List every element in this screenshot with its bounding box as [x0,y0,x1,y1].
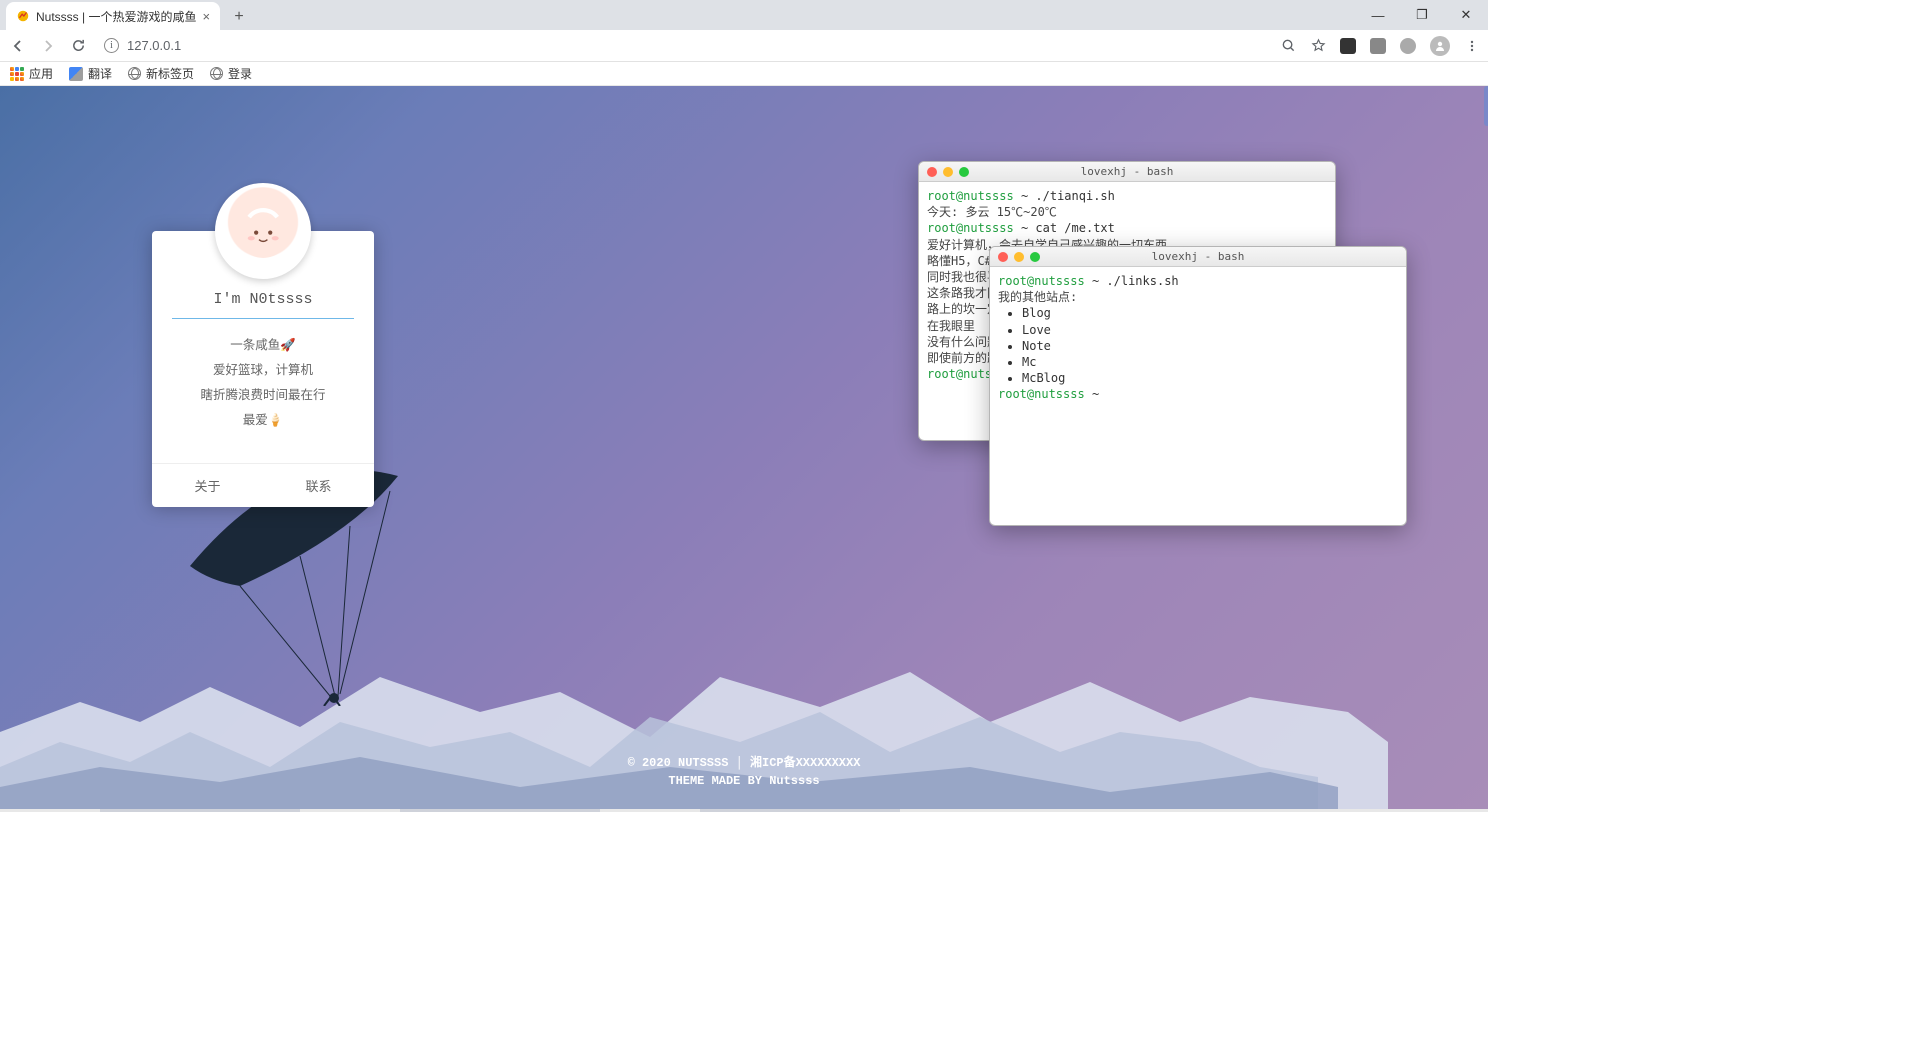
page-footer: © 2020 NUTSSSS │ 湘ICP备XXXXXXXXX THEME MA… [0,754,1488,790]
link-item[interactable]: Love [1022,322,1398,338]
extension-icon-1[interactable] [1340,38,1356,54]
prompt-cmd: ./links.sh [1106,274,1178,288]
window-controls: — ❐ ✕ [1356,0,1488,30]
profile-bio: 一条咸鱼🚀 爱好篮球，计算机 瞎折腾浪费时间最在行 最爱🍦 [152,327,374,463]
scrollbar-thumb[interactable] [1484,86,1488,126]
window-close-button[interactable]: ✕ [1444,0,1488,30]
prompt-tilde: ~ [1092,387,1099,401]
terminal-title: lovexhj - bash [990,250,1406,263]
terminal-output: 今天: 多云 15℃~20℃ [927,204,1327,220]
links-list: Blog Love Note Mc McBlog [1022,305,1398,386]
tab-contact[interactable]: 联系 [263,464,374,507]
nav-back-button[interactable] [8,36,28,56]
os-taskbar [0,809,1488,812]
link-item[interactable]: Mc [1022,354,1398,370]
close-light-icon[interactable] [927,167,937,177]
traffic-lights [998,252,1040,262]
window-minimize-button[interactable]: — [1356,0,1400,30]
toolbar-right [1280,36,1480,56]
terminal-output: 我的其他站点: [998,289,1398,305]
zoom-icon[interactable] [1280,38,1296,54]
url-field[interactable]: i 127.0.0.1 [104,38,181,53]
prompt-user: root@nutssss [998,387,1085,401]
terminal-titlebar[interactable]: lovexhj - bash [990,247,1406,267]
bookmarks-bar: 应用 翻译 新标签页 登录 [0,62,1488,86]
bookmark-apps[interactable]: 应用 [10,65,53,82]
bookmark-translate[interactable]: 翻译 [69,65,112,82]
bookmark-label: 翻译 [88,65,112,82]
tab-strip: Nutssss | 一个热爱游戏的咸鱼 × + — ❐ ✕ [0,0,1488,30]
tab-favicon [16,9,30,23]
terminal-window-2[interactable]: lovexhj - bash root@nutssss ~ ./links.sh… [989,246,1407,526]
prompt-user: root@nutssss [927,221,1014,235]
nav-reload-button[interactable] [68,36,88,56]
profile-avatar-button[interactable] [1430,36,1450,56]
prompt-user: root@nutssss [998,274,1085,288]
terminal-titlebar[interactable]: lovexhj - bash [919,162,1335,182]
minimize-light-icon[interactable] [1014,252,1024,262]
footer-theme: THEME MADE BY Nutssss [0,772,1488,790]
bookmark-star-icon[interactable] [1310,38,1326,54]
profile-card: I'm N0tssss 一条咸鱼🚀 爱好篮球，计算机 瞎折腾浪费时间最在行 最爱… [152,231,374,507]
bio-line: 爱好篮球，计算机 [166,358,360,383]
prompt-tilde: ~ [1021,221,1028,235]
bookmark-newtab[interactable]: 新标签页 [128,65,194,82]
page-content: I'm N0tssss 一条咸鱼🚀 爱好篮球，计算机 瞎折腾浪费时间最在行 最爱… [0,86,1488,812]
avatar [215,183,311,279]
globe-icon [128,67,141,80]
bookmark-label: 应用 [29,65,53,82]
traffic-lights [927,167,969,177]
prompt-cmd: ./tianqi.sh [1035,189,1114,203]
bookmark-label: 登录 [228,65,252,82]
close-light-icon[interactable] [998,252,1008,262]
link-item[interactable]: Blog [1022,305,1398,321]
bookmark-label: 新标签页 [146,65,194,82]
page-scrollbar[interactable] [1484,86,1488,809]
footer-copyright: © 2020 NUTSSSS │ [628,756,750,770]
browser-tab[interactable]: Nutssss | 一个热爱游戏的咸鱼 × [6,2,220,30]
tab-close-button[interactable]: × [202,9,210,24]
minimize-light-icon[interactable] [943,167,953,177]
site-info-icon[interactable]: i [104,38,119,53]
tab-title: Nutssss | 一个热爱游戏的咸鱼 [36,8,196,25]
prompt-user: root@nutssss [927,189,1014,203]
bio-line: 最爱🍦 [166,408,360,433]
bookmark-login[interactable]: 登录 [210,65,252,82]
terminal-title: lovexhj - bash [919,165,1335,178]
extension-icon-3[interactable] [1400,38,1416,54]
address-bar: i 127.0.0.1 [0,30,1488,62]
browser-chrome: Nutssss | 一个热爱游戏的咸鱼 × + — ❐ ✕ i 127.0.0.… [0,0,1488,86]
terminal-body: root@nutssss ~ ./links.sh 我的其他站点: Blog L… [990,267,1406,413]
globe-icon [210,67,223,80]
card-tabs: 关于 联系 [152,463,374,507]
nav-forward-button[interactable] [38,36,58,56]
extension-icon-2[interactable] [1370,38,1386,54]
footer-icp-link[interactable]: 湘ICP备XXXXXXXXX [750,756,860,770]
url-text: 127.0.0.1 [127,38,181,53]
zoom-light-icon[interactable] [959,167,969,177]
bio-line: 瞎折腾浪费时间最在行 [166,383,360,408]
avatar-image [219,187,307,275]
link-item[interactable]: Note [1022,338,1398,354]
apps-grid-icon [10,67,24,81]
translate-icon [69,67,83,81]
window-maximize-button[interactable]: ❐ [1400,0,1444,30]
zoom-light-icon[interactable] [1030,252,1040,262]
menu-kebab-icon[interactable] [1464,38,1480,54]
prompt-tilde: ~ [1092,274,1099,288]
bio-line: 一条咸鱼🚀 [166,333,360,358]
new-tab-button[interactable]: + [226,4,252,30]
prompt-cmd: cat /me.txt [1035,221,1114,235]
profile-name: I'm N0tssss [172,291,354,319]
tab-about[interactable]: 关于 [152,464,263,507]
prompt-tilde: ~ [1021,189,1028,203]
link-item[interactable]: McBlog [1022,370,1398,386]
